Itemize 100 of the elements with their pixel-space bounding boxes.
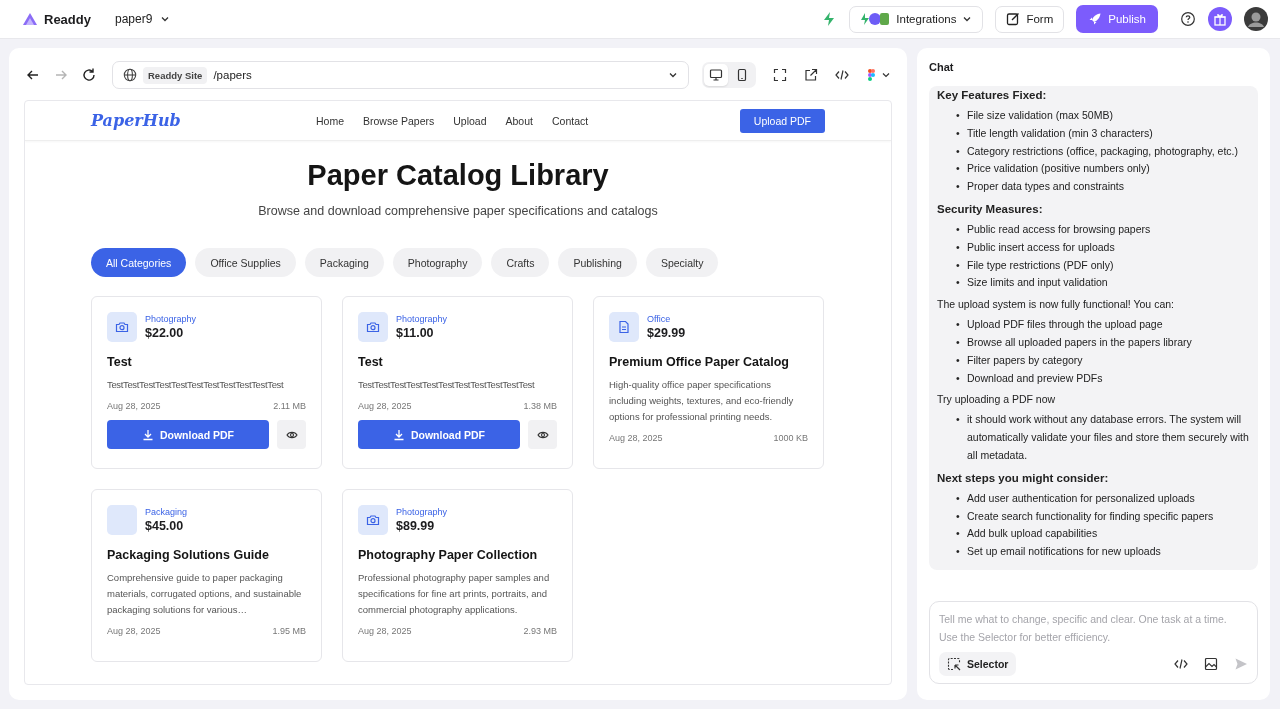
nav-link[interactable]: Browse Papers [363, 114, 435, 127]
bullet-marker: • [956, 179, 961, 195]
category-filter[interactable]: Packaging [304, 248, 384, 277]
card-title: Packaging Solutions Guide [107, 548, 270, 562]
nav-link[interactable]: About [505, 114, 533, 127]
code-icon[interactable] [1174, 657, 1188, 671]
bullet-marker: • [956, 275, 961, 291]
rocket-icon [1088, 12, 1103, 26]
selector-button[interactable]: Selector [939, 652, 1017, 676]
bullet-marker: • [956, 239, 961, 255]
chevron-down-icon [160, 14, 171, 24]
bullet-marker: • [956, 108, 961, 123]
desktop-view-button[interactable] [704, 64, 728, 86]
file-size: 1.38 MB [523, 401, 557, 411]
monitor-icon [709, 68, 723, 82]
form-button[interactable]: Form [995, 5, 1065, 33]
message-bullet: Price validation (positive numbers only) [967, 161, 1150, 177]
gift-icon[interactable] [1208, 7, 1232, 31]
bullet-marker: • [956, 143, 961, 159]
file-size: 2.93 MB [523, 626, 557, 636]
logo-icon [22, 11, 38, 27]
nav-link[interactable]: Upload [453, 114, 487, 127]
category-filter[interactable]: Office Supplies [195, 248, 296, 277]
category-filter[interactable]: Photography [392, 248, 483, 277]
bullet-marker: • [956, 257, 961, 273]
category-filter[interactable]: Crafts [491, 248, 550, 277]
card-title: Test [358, 355, 384, 369]
price: $89.99 [396, 519, 436, 533]
project-dropdown[interactable]: paper9 [114, 12, 171, 26]
site-logo[interactable]: PaperHub [91, 111, 236, 130]
category-filter[interactable]: All Categories [91, 248, 187, 277]
nav-link[interactable]: Home [316, 114, 344, 127]
message-bullet: File size validation (max 50MB) [967, 108, 1113, 123]
preview-button[interactable] [277, 420, 306, 449]
bullet-marker: • [956, 544, 961, 560]
address-bar[interactable]: Readdy Site /papers [112, 61, 689, 89]
file-size: 1000 KB [773, 433, 808, 443]
chevron-down-icon [668, 70, 678, 80]
code-icon[interactable] [835, 68, 849, 82]
message-bullet: Public read access for browsing papers [967, 222, 1151, 237]
file-size: 2.11 MB [273, 401, 306, 411]
message-bullet: it should work without any database errors. The system will automatically validate your files and store them securely with all metadata. [967, 412, 1250, 463]
selector-icon [947, 657, 961, 671]
nav-link[interactable]: Contact [551, 114, 589, 127]
reload-icon[interactable] [81, 67, 97, 83]
upload-date: Aug 28, 2025 [107, 401, 161, 411]
phone-icon [735, 68, 749, 82]
image-icon[interactable] [1204, 657, 1218, 671]
camera-icon [358, 312, 388, 342]
message-bullet: Upload PDF files through the upload page [967, 317, 1163, 333]
figma-icon[interactable] [866, 68, 892, 82]
message-bullet: Filter papers by category [967, 352, 1083, 368]
upload-pdf-button[interactable]: Upload PDF [739, 108, 825, 133]
category-filter[interactable]: Specialty [645, 248, 719, 277]
integrations-button[interactable]: Integrations [849, 5, 984, 33]
external-link-icon[interactable] [804, 68, 818, 82]
bullet-marker: • [956, 161, 961, 177]
brand-name: Readdy [44, 11, 91, 27]
card-title: Photography Paper Collection [358, 548, 539, 562]
category-label: Photography [396, 314, 448, 324]
message-bullet: Browse all uploaded papers in the papers library [967, 334, 1192, 350]
card-description: TestTestTestTestTestTestTestTestTestTestTest [358, 378, 536, 392]
bullet-marker: • [956, 334, 961, 350]
upload-date: Aug 28, 2025 [358, 401, 412, 411]
bullet-marker: • [956, 222, 961, 237]
download-button[interactable]: Download PDF [107, 420, 269, 449]
card-title: Test [107, 355, 133, 369]
category-filter[interactable]: Publishing [558, 248, 637, 277]
card-title: Premium Office Paper Catalog [609, 355, 790, 369]
preview-button[interactable] [528, 420, 557, 449]
page-subtitle: Browse and download comprehensive paper specifications and catalogs [257, 203, 659, 220]
page-title: Paper Catalog Library [306, 158, 610, 193]
upload-date: Aug 28, 2025 [107, 626, 161, 636]
download-icon [392, 428, 405, 441]
message-text: The upload system is now fully functional! You can: [937, 297, 1175, 313]
publish-button[interactable]: Publish [1076, 5, 1158, 33]
price: $22.00 [145, 326, 185, 340]
category-label: Photography [145, 314, 197, 324]
category-label: Photography [396, 507, 448, 517]
message-bullet: Public insert access for uploads [967, 239, 1115, 255]
category-label: Office [647, 314, 672, 324]
help-icon[interactable] [1180, 11, 1196, 27]
upload-date: Aug 28, 2025 [609, 433, 663, 443]
bullet-marker: • [956, 526, 961, 542]
site-badge: Readdy Site [143, 66, 208, 84]
chat-input-field[interactable]: Tell me what to change, specific and clear. One task at a time. Use the Selector for better efficiency. Selector [929, 601, 1258, 684]
document-icon [609, 312, 639, 342]
bullet-marker: • [956, 352, 961, 368]
edit-icon [1006, 12, 1021, 26]
avatar[interactable] [1244, 7, 1268, 31]
camera-icon [107, 312, 137, 342]
message-bullet: Size limits and input validation [967, 275, 1108, 291]
bullet-marker: • [956, 125, 961, 141]
fullscreen-icon[interactable] [773, 68, 787, 82]
file-size: 1.95 MB [272, 626, 306, 636]
icon-tile [107, 505, 137, 535]
download-icon [141, 428, 154, 441]
chevron-down-icon [962, 14, 973, 24]
download-button[interactable]: Download PDF [358, 420, 520, 449]
url-path: /papers [213, 69, 252, 81]
